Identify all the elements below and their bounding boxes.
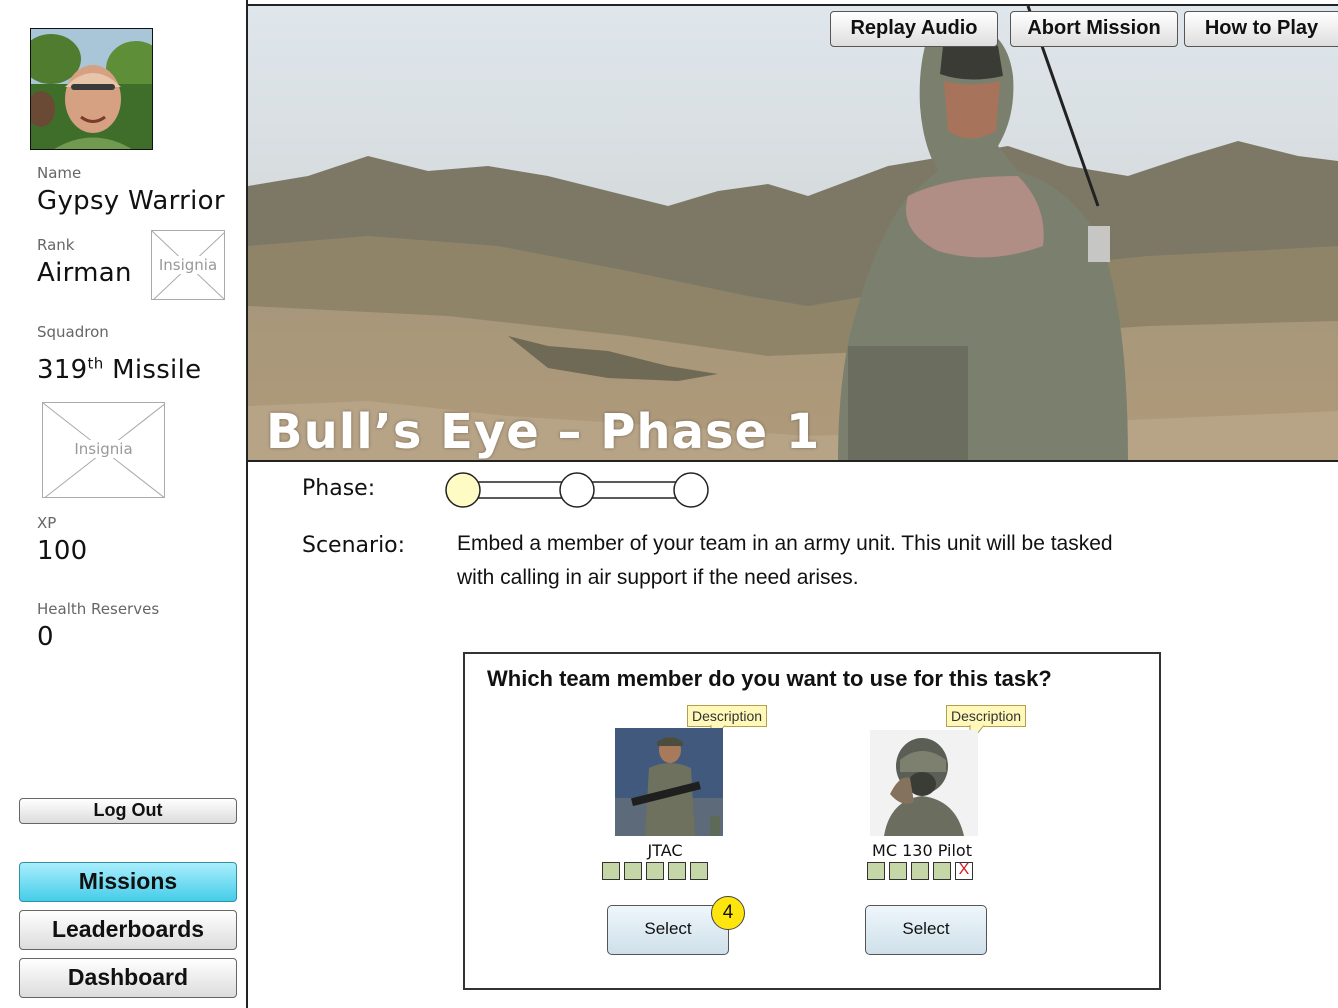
health-box: [690, 862, 708, 880]
health-box: [602, 862, 620, 880]
rank-label: Rank: [37, 236, 75, 254]
health-reserves-label: Health Reserves: [37, 600, 160, 618]
health-box: [867, 862, 885, 880]
squadron-suffix: th: [87, 354, 104, 373]
team-member-selection-panel: Which team member do you want to use for…: [463, 652, 1161, 990]
pilot-description-tooltip[interactable]: Description: [946, 705, 1027, 727]
squadron-number: 319: [37, 355, 88, 385]
pilot-portrait: [870, 730, 978, 836]
rank-insignia-text: Insignia: [152, 256, 224, 274]
jtac-health: [602, 862, 708, 880]
jtac-description-tooltip[interactable]: Description: [687, 705, 768, 727]
name-label: Name: [37, 164, 82, 182]
avatar-photo: [31, 29, 152, 149]
scenario-label: Scenario:: [302, 533, 406, 558]
replay-audio-button[interactable]: Replay Audio: [830, 11, 998, 47]
mission-hero: Bull’s Eye – Phase 1 Replay Audio Abort …: [248, 4, 1338, 462]
logout-button[interactable]: Log Out: [19, 798, 237, 824]
task-question: Which team member do you want to use for…: [487, 666, 1052, 691]
phase-node-2: [559, 472, 595, 508]
mission-hero-image: [248, 6, 1338, 460]
phase-progress: [445, 472, 709, 508]
step-marker: 4: [711, 896, 745, 930]
avatar: [30, 28, 153, 150]
squadron-insignia-placeholder: Insignia: [42, 402, 165, 498]
squadron-insignia-text: Insignia: [69, 440, 138, 458]
missions-button[interactable]: Missions: [19, 862, 237, 902]
how-to-play-button[interactable]: How to Play: [1184, 11, 1338, 47]
health-box: [889, 862, 907, 880]
health-box: [933, 862, 951, 880]
jtac-name: JTAC: [647, 841, 683, 860]
pilot-photo: [870, 730, 978, 838]
health-box-lost: X: [955, 862, 973, 880]
rank-insignia-placeholder: Insignia: [151, 230, 225, 300]
dashboard-button[interactable]: Dashboard: [19, 958, 237, 998]
jtac-photo: [615, 728, 723, 836]
abort-mission-button[interactable]: Abort Mission: [1010, 11, 1178, 47]
scenario-text: Embed a member of your team in an army u…: [457, 532, 1113, 589]
health-box: [624, 862, 642, 880]
phase-node-1: [445, 472, 481, 508]
player-name: Gypsy Warrior: [37, 186, 225, 216]
pilot-health: X: [867, 862, 973, 880]
xp-label: XP: [37, 514, 57, 532]
health-reserves-value: 0: [37, 622, 54, 652]
rank-value: Airman: [37, 258, 132, 288]
squadron-name: Missile: [103, 355, 202, 385]
xp-value: 100: [37, 536, 88, 566]
phase-node-3: [673, 472, 709, 508]
squadron-label: Squadron: [37, 323, 109, 341]
phase-label: Phase:: [302, 476, 376, 501]
jtac-portrait: [615, 728, 723, 836]
pilot-name: MC 130 Pilot: [872, 841, 972, 860]
profile-sidebar: Name Gypsy Warrior Rank Airman Insignia …: [0, 0, 248, 1008]
select-pilot-button[interactable]: Select: [865, 905, 987, 955]
health-box: [668, 862, 686, 880]
health-box: [646, 862, 664, 880]
mission-title: Bull’s Eye – Phase 1: [266, 404, 821, 460]
health-box: [911, 862, 929, 880]
squadron-value: 319th Missile: [37, 355, 201, 385]
leaderboards-button[interactable]: Leaderboards: [19, 910, 237, 950]
